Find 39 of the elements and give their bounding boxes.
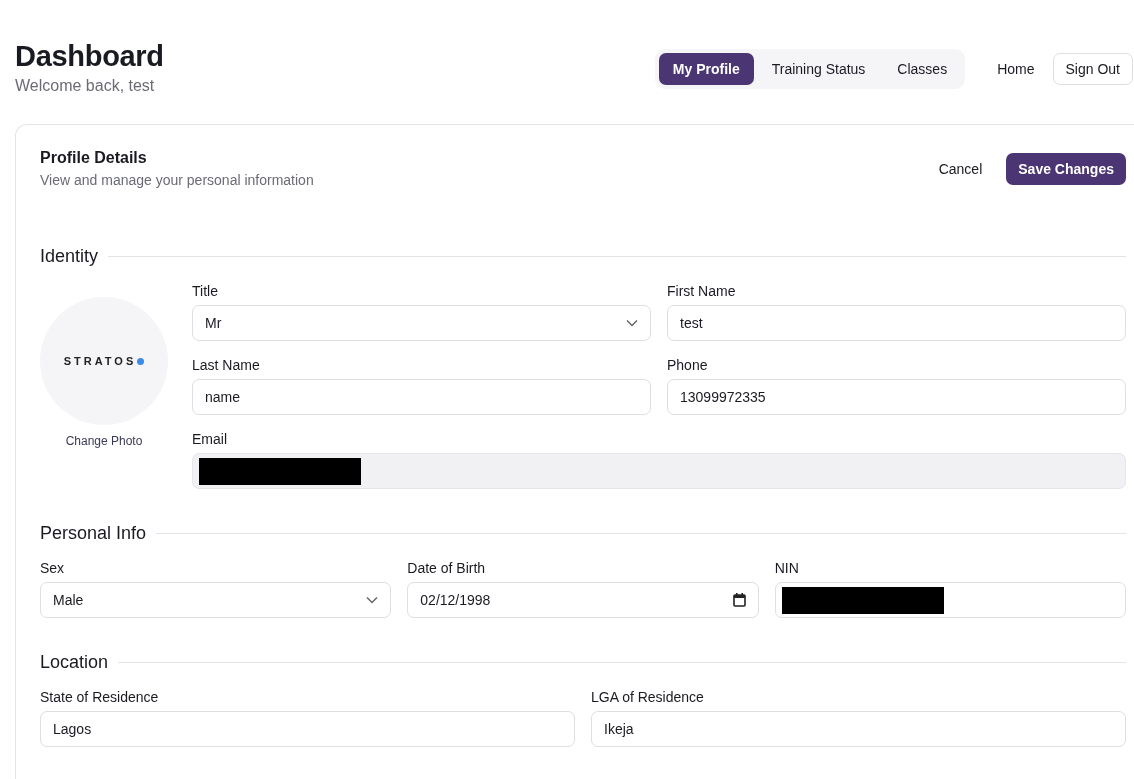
field-label: Phone (667, 357, 709, 373)
field-label: Last Name (192, 357, 261, 373)
select-field[interactable]: Mr (192, 305, 651, 341)
input-field[interactable]: test (667, 305, 1126, 341)
section-title: Personal Info (40, 523, 147, 544)
logo-dot-icon (137, 357, 145, 365)
change-photo-link[interactable]: Change Photo (65, 434, 143, 448)
field-label: Date of Birth (407, 560, 487, 576)
field-label: LGA of Residence (591, 689, 705, 705)
home-link[interactable]: Home (987, 53, 1045, 85)
input-field[interactable] (774, 582, 1126, 618)
card-subtitle: View and manage your personal information (40, 172, 314, 188)
cancel-button[interactable]: Cancel (926, 153, 995, 185)
field-label: Email (192, 431, 228, 447)
page-title: Dashboard (15, 39, 164, 74)
nav-tab[interactable]: Classes (883, 53, 962, 85)
field-label: State of Residence (40, 689, 160, 705)
save-button[interactable]: Save Changes (1006, 153, 1126, 185)
field-label: Title (192, 283, 219, 299)
nav-tab[interactable]: Training Status (757, 53, 880, 85)
chevron-down-icon (366, 596, 379, 604)
section-title: Identity (40, 246, 99, 267)
chevron-down-icon (626, 319, 638, 327)
logo-text: STRATOS (63, 355, 137, 367)
select-field[interactable]: Male (40, 582, 392, 618)
sign-out-button[interactable]: Sign Out (1052, 53, 1133, 85)
input-field[interactable]: name (192, 379, 651, 415)
field-label: Sex (40, 560, 66, 576)
card-title: Profile Details (40, 149, 148, 167)
section-title: Location (40, 652, 109, 673)
date-field[interactable]: 02/12/1998 (407, 582, 759, 618)
input-field[interactable]: Ikeja (591, 711, 1126, 747)
field-label: First Name (667, 283, 737, 299)
field-label: NIN (774, 560, 800, 576)
welcome-text: Welcome back, test (15, 77, 156, 95)
nav-tab[interactable]: My Profile (658, 53, 754, 85)
input-field[interactable]: 13099972335 (667, 379, 1126, 415)
calendar-icon (732, 593, 746, 607)
input-field[interactable]: Lagos (40, 711, 575, 747)
